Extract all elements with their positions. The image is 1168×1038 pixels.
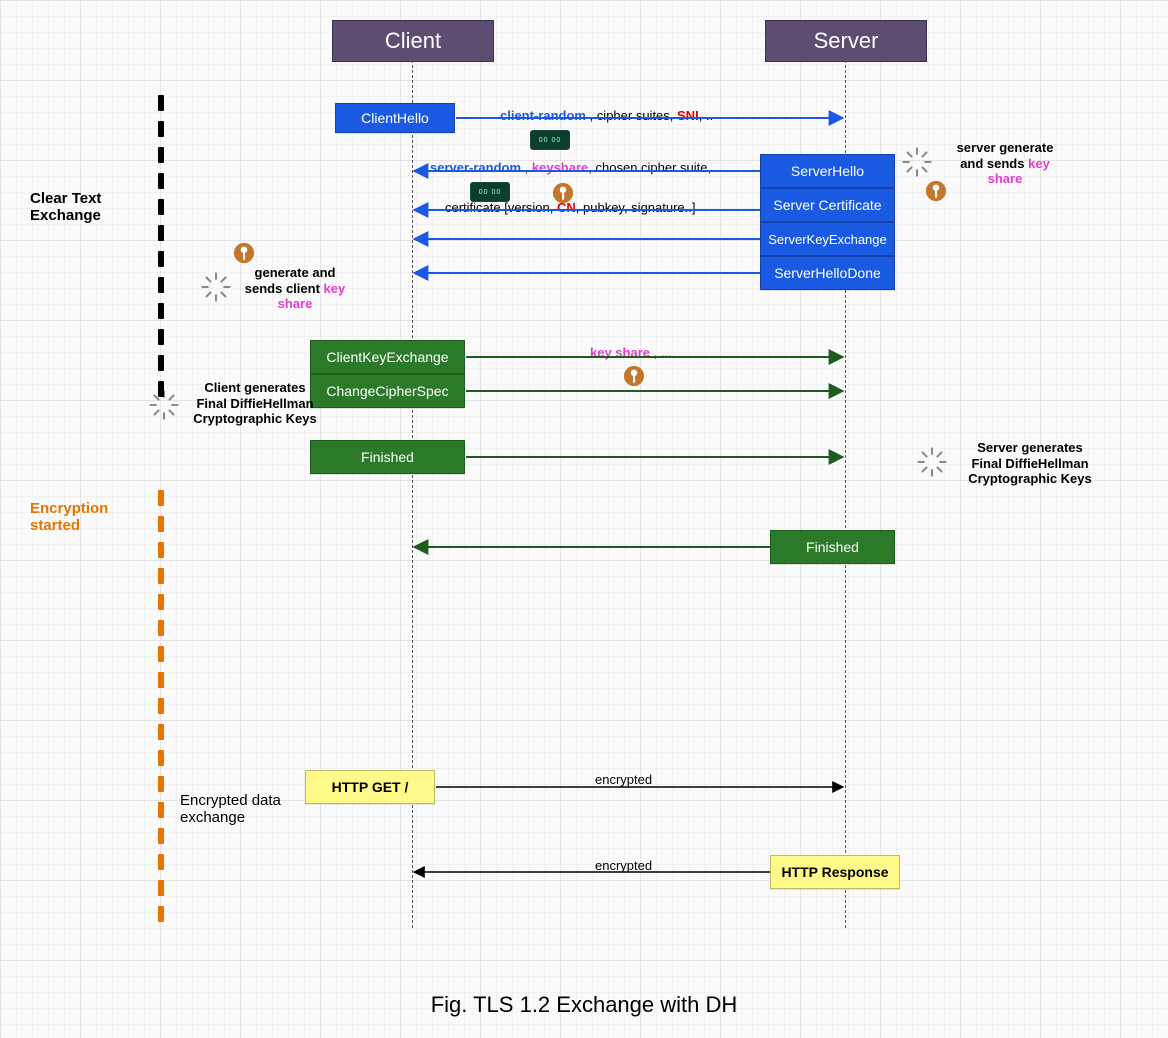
phase-label-cleartext: Clear Text Exchange <box>30 190 101 224</box>
note-server-generates-keyshare: server generate and sends key share <box>930 140 1080 187</box>
key-icon <box>552 182 574 204</box>
msg-server-hello-done: ServerHelloDone <box>760 256 895 290</box>
phase-label-encrypted-data: Encrypted data exchange <box>180 792 281 826</box>
msg-server-certificate: Server Certificate <box>760 188 895 222</box>
arrow-label-server-hello: server-random , keyshare, chosen cipher … <box>430 160 722 175</box>
random-bytes-icon <box>470 182 510 202</box>
msg-client-finished: Finished <box>310 440 465 474</box>
participant-server: Server <box>765 20 927 62</box>
random-bytes-icon <box>530 130 570 150</box>
participant-client: Client <box>332 20 494 62</box>
dash-column-encrypted <box>158 490 164 932</box>
figure-caption: Fig. TLS 1.2 Exchange with DH <box>0 992 1168 1018</box>
arrow-label-encrypted-1: encrypted <box>595 772 652 787</box>
arrow-label-client-hello: client-random , cipher suites, SNI, .. <box>500 108 713 123</box>
key-icon <box>925 180 947 202</box>
msg-server-finished: Finished <box>770 530 895 564</box>
note-client-generates-keyshare: generate and sends client key share <box>225 265 365 312</box>
loading-icon <box>900 145 934 179</box>
phase-label-encryption-started: Encryption started <box>30 500 108 534</box>
arrow-label-client-key-exchange: key share , ... <box>590 345 672 360</box>
msg-http-response: HTTP Response <box>770 855 900 889</box>
msg-client-key-exchange: ClientKeyExchange <box>310 340 465 374</box>
dash-column-cleartext <box>158 95 164 407</box>
note-server-final-keys: Server generates Final DiffieHellman Cry… <box>945 440 1115 487</box>
note-client-final-keys: Client generates Final DiffieHellman Cry… <box>175 380 335 427</box>
key-icon <box>233 242 255 264</box>
loading-icon <box>915 445 949 479</box>
loading-icon <box>199 270 233 304</box>
arrow-label-encrypted-2: encrypted <box>595 858 652 873</box>
msg-server-hello: ServerHello <box>760 154 895 188</box>
msg-http-get: HTTP GET / <box>305 770 435 804</box>
key-icon <box>623 365 645 387</box>
msg-server-key-exchange: ServerKeyExchange <box>760 222 895 256</box>
loading-icon <box>147 388 181 422</box>
msg-client-hello: ClientHello <box>335 103 455 133</box>
